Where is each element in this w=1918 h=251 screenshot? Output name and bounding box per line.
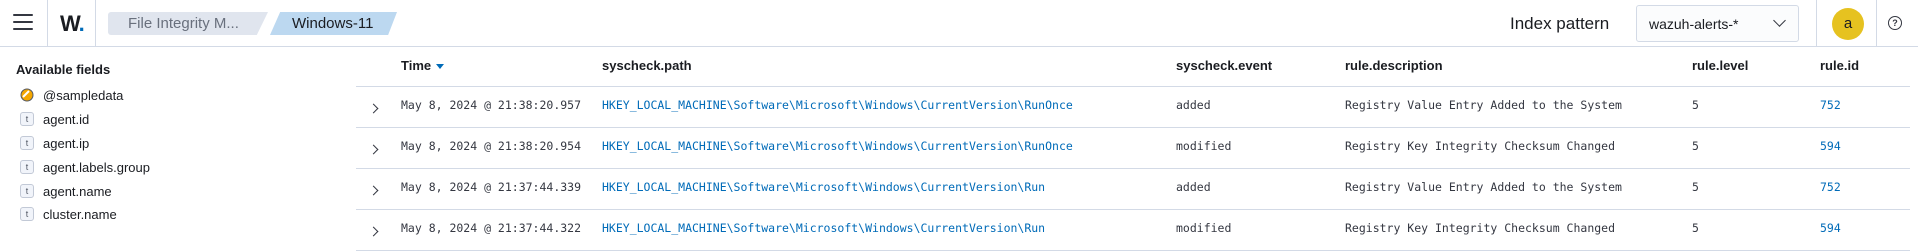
chevron-right-icon[interactable]: [368, 226, 379, 237]
user-avatar[interactable]: a: [1832, 8, 1864, 40]
geo-point-icon: [20, 88, 34, 102]
cell-rule-id[interactable]: 752: [1820, 180, 1841, 194]
column-header-syscheck-event[interactable]: syscheck.event: [1176, 58, 1272, 73]
cell-syscheck-path[interactable]: HKEY_LOCAL_MACHINE\Software\Microsoft\Wi…: [602, 98, 1073, 112]
divider: [1816, 0, 1817, 47]
index-pattern-select[interactable]: wazuh-alerts-*: [1636, 5, 1799, 42]
breadcrumb-windows-11[interactable]: Windows-11: [270, 12, 397, 35]
divider: [1876, 0, 1877, 47]
cell-rule-description: Registry Key Integrity Checksum Changed: [1345, 139, 1616, 153]
cell-syscheck-event: modified: [1176, 221, 1232, 235]
string-field-icon: t: [20, 112, 34, 126]
wazuh-logo[interactable]: W.: [60, 11, 85, 37]
cell-syscheck-event: added: [1176, 98, 1211, 112]
field-name: @sampledata: [43, 87, 124, 103]
table-row: May 8, 2024 @ 21:38:20.957 HKEY_LOCAL_MA…: [356, 87, 1910, 128]
events-table: Time syscheck.path syscheck.event rule.d…: [356, 48, 1918, 251]
cell-time: May 8, 2024 @ 21:37:44.339: [401, 180, 582, 194]
chevron-right-icon[interactable]: [368, 185, 379, 196]
table-row: May 8, 2024 @ 21:37:44.322 HKEY_LOCAL_MA…: [356, 210, 1910, 251]
sort-descending-icon[interactable]: [436, 64, 445, 70]
string-field-icon: t: [20, 207, 34, 221]
hamburger-menu-icon[interactable]: [13, 14, 33, 32]
column-header-rule-level[interactable]: rule.level: [1692, 58, 1748, 73]
cell-rule-level: 5: [1692, 221, 1699, 235]
column-header-rule-description[interactable]: rule.description: [1345, 58, 1443, 73]
field-item-agent-ip[interactable]: t agent.ip: [20, 133, 89, 153]
column-header-rule-id[interactable]: rule.id: [1820, 58, 1859, 73]
chevron-down-icon: [1773, 14, 1786, 27]
cell-rule-id[interactable]: 752: [1820, 98, 1841, 112]
field-item-agent-name[interactable]: t agent.name: [20, 181, 112, 201]
cell-time: May 8, 2024 @ 21:37:44.322: [401, 221, 582, 235]
field-name: cluster.name: [43, 206, 117, 222]
field-name: agent.ip: [43, 135, 90, 151]
cell-rule-level: 5: [1692, 98, 1699, 112]
cell-syscheck-event: added: [1176, 180, 1211, 194]
chevron-right-icon[interactable]: [368, 103, 379, 114]
index-pattern-label: Index pattern: [1510, 14, 1610, 33]
cell-time: May 8, 2024 @ 21:38:20.957: [401, 98, 582, 112]
help-icon[interactable]: ?: [1888, 16, 1902, 30]
table-row: May 8, 2024 @ 21:37:44.339 HKEY_LOCAL_MA…: [356, 169, 1910, 210]
cell-rule-description: Registry Key Integrity Checksum Changed: [1345, 221, 1616, 235]
string-field-icon: t: [20, 184, 34, 198]
string-field-icon: t: [20, 160, 34, 174]
cell-rule-description: Registry Value Entry Added to the System: [1345, 98, 1622, 112]
index-pattern-value: wazuh-alerts-*: [1649, 16, 1739, 32]
divider: [47, 0, 48, 47]
top-nav-bar: W. File Integrity M... Windows-11 Index …: [0, 0, 1918, 47]
cell-rule-level: 5: [1692, 180, 1699, 194]
cell-rule-id[interactable]: 594: [1820, 139, 1841, 153]
field-item-sampledata[interactable]: @sampledata: [20, 85, 123, 105]
cell-rule-level: 5: [1692, 139, 1699, 153]
cell-syscheck-event: modified: [1176, 139, 1232, 153]
table-row: May 8, 2024 @ 21:38:20.954 HKEY_LOCAL_MA…: [356, 128, 1910, 169]
field-name: agent.id: [43, 111, 90, 127]
breadcrumb-file-integrity[interactable]: File Integrity M...: [108, 12, 268, 35]
field-name: agent.name: [43, 183, 112, 199]
cell-syscheck-path[interactable]: HKEY_LOCAL_MACHINE\Software\Microsoft\Wi…: [602, 221, 1045, 235]
cell-time: May 8, 2024 @ 21:38:20.954: [401, 139, 582, 153]
field-item-agent-labels-group[interactable]: t agent.labels.group: [20, 157, 150, 177]
chevron-right-icon[interactable]: [368, 144, 379, 155]
available-fields-title: Available fields: [16, 62, 111, 77]
divider: [95, 0, 96, 47]
string-field-icon: t: [20, 136, 34, 150]
field-name: agent.labels.group: [43, 159, 150, 175]
cell-syscheck-path[interactable]: HKEY_LOCAL_MACHINE\Software\Microsoft\Wi…: [602, 139, 1073, 153]
column-header-time[interactable]: Time: [401, 58, 445, 73]
cell-syscheck-path[interactable]: HKEY_LOCAL_MACHINE\Software\Microsoft\Wi…: [602, 180, 1045, 194]
field-item-agent-id[interactable]: t agent.id: [20, 109, 89, 129]
column-header-syscheck-path[interactable]: syscheck.path: [602, 58, 692, 73]
field-item-cluster-name[interactable]: t cluster.name: [20, 204, 117, 224]
fields-sidebar: Available fields @sampledata t agent.id …: [0, 48, 355, 243]
cell-rule-description: Registry Value Entry Added to the System: [1345, 180, 1622, 194]
cell-rule-id[interactable]: 594: [1820, 221, 1841, 235]
